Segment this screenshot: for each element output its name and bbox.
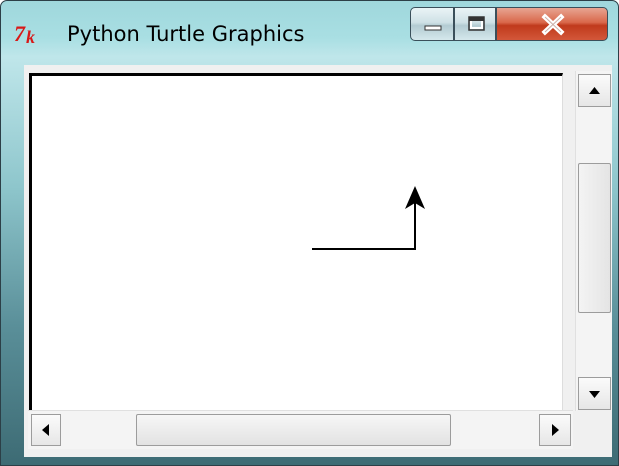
turtle-window: 7 k Python Turtle Graphics	[0, 0, 619, 466]
arrow-left-icon	[42, 424, 49, 436]
close-icon	[541, 13, 565, 36]
window-title: Python Turtle Graphics	[67, 22, 305, 46]
arrow-up-icon	[589, 87, 600, 94]
arrow-down-icon	[589, 391, 600, 398]
scroll-right-button[interactable]	[539, 414, 571, 446]
turtle-canvas[interactable]	[29, 73, 563, 413]
scroll-up-button[interactable]	[578, 74, 611, 107]
tk-feather-icon: 7 k	[14, 22, 35, 46]
turtle-drawing	[312, 186, 425, 250]
vertical-scrollbar[interactable]	[575, 71, 612, 411]
close-button[interactable]	[496, 7, 608, 41]
minimize-icon	[424, 25, 442, 31]
client-area	[24, 65, 612, 457]
arrow-right-icon	[552, 424, 559, 436]
title-bar[interactable]: 7 k Python Turtle Graphics	[1, 1, 618, 65]
svg-text:k: k	[26, 27, 35, 46]
svg-text:7: 7	[14, 22, 26, 46]
scrollbar-corner	[577, 410, 611, 448]
scroll-left-button[interactable]	[31, 414, 61, 446]
maximize-button[interactable]	[454, 7, 496, 41]
turtle-path	[312, 201, 416, 250]
minimize-button[interactable]	[410, 7, 454, 41]
maximize-icon	[468, 16, 485, 31]
scroll-down-button[interactable]	[578, 377, 611, 410]
horizontal-scrollbar[interactable]	[28, 410, 573, 449]
vertical-scroll-thumb[interactable]	[578, 163, 611, 313]
horizontal-scroll-thumb[interactable]	[136, 414, 451, 446]
